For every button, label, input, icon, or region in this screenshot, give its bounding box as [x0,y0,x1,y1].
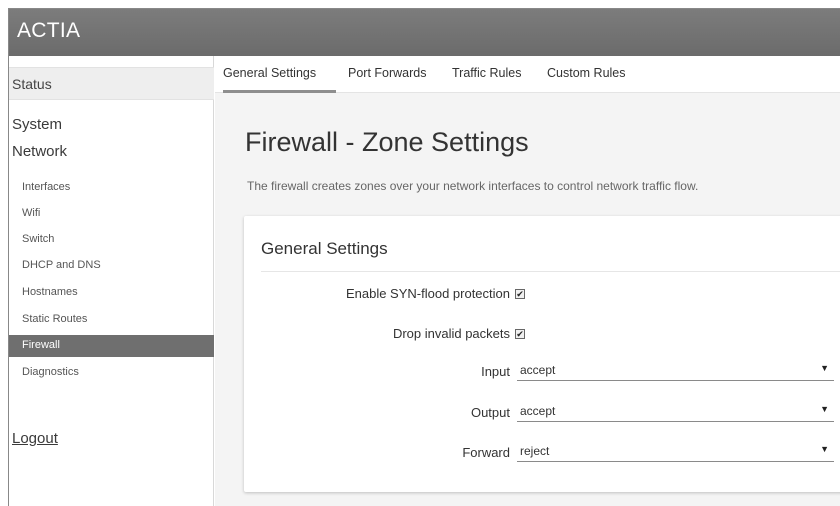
sidebar-item-switch[interactable]: Switch [9,229,214,251]
input-select-value: accept [520,363,556,377]
sidebar-item-static-routes[interactable]: Static Routes [9,309,214,331]
syn-flood-label: Enable SYN-flood protection [345,286,510,301]
sidebar-item-network[interactable]: Network [12,143,67,160]
sidebar: Status System Network Interfaces Wifi Sw… [9,56,214,506]
section-title: General Settings [261,239,388,258]
chevron-down-icon: ▼ [820,444,829,454]
sidebar-item-status[interactable]: Status [9,67,214,100]
sidebar-item-label: Interfaces [22,181,71,193]
forward-select[interactable]: reject ▼ [517,442,834,462]
drop-invalid-checkbox[interactable]: ✔ [515,329,525,339]
section-divider [261,271,840,272]
app-frame: ACTIA Status System Network Interfaces W… [8,8,840,506]
sidebar-item-firewall[interactable]: Firewall [9,335,214,357]
chevron-down-icon: ▼ [820,404,829,414]
sidebar-item-interfaces[interactable]: Interfaces [9,177,214,199]
output-select[interactable]: accept ▼ [517,402,834,422]
sidebar-item-label: Switch [22,233,55,245]
page-title: Firewall - Zone Settings [245,127,529,157]
sidebar-item-dhcp-dns[interactable]: DHCP and DNS [9,255,214,277]
sidebar-item-status-label: Status [12,76,52,92]
page-description: The firewall creates zones over your net… [247,179,699,193]
sidebar-item-label: Diagnostics [22,366,79,378]
sidebar-item-wifi[interactable]: Wifi [9,203,214,225]
input-label: Input [481,364,510,379]
sidebar-item-diagnostics[interactable]: Diagnostics [9,362,214,384]
sidebar-item-system[interactable]: System [12,116,62,133]
input-select[interactable]: accept ▼ [517,361,834,381]
output-select-value: accept [520,404,556,418]
forward-select-value: reject [520,444,550,458]
sidebar-item-label: Hostnames [22,286,78,298]
active-tab-indicator [223,90,336,93]
top-header: ACTIA [9,9,840,56]
brand-logo[interactable]: ACTIA [17,19,80,43]
tab-bar: General Settings Port Forwards Traffic R… [215,56,840,93]
general-settings-card: General Settings Enable SYN-flood protec… [244,216,840,492]
sidebar-item-hostnames[interactable]: Hostnames [9,282,214,304]
sidebar-item-label: Static Routes [22,313,88,325]
checkmark-icon: ✔ [516,289,524,299]
tab-general-settings[interactable]: General Settings [223,66,316,80]
sidebar-item-label: Wifi [22,207,41,219]
output-label: Output [470,405,510,420]
drop-invalid-label: Drop invalid packets [392,326,510,341]
sidebar-item-label: Firewall [22,339,60,351]
tab-port-forwards[interactable]: Port Forwards [348,66,427,80]
main-content: General Settings Port Forwards Traffic R… [215,56,840,506]
logout-link[interactable]: Logout [12,430,58,447]
sidebar-item-label: DHCP and DNS [22,259,101,271]
chevron-down-icon: ▼ [820,363,829,373]
syn-flood-checkbox[interactable]: ✔ [515,289,525,299]
checkmark-icon: ✔ [516,329,524,339]
tab-custom-rules[interactable]: Custom Rules [547,66,626,80]
forward-label: Forward [462,445,510,460]
tab-traffic-rules[interactable]: Traffic Rules [452,66,521,80]
